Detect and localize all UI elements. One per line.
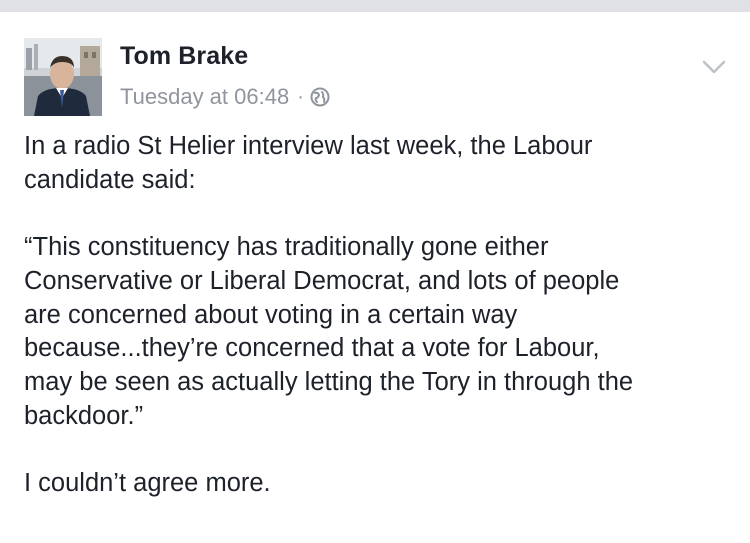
chevron-down-icon[interactable] (701, 58, 727, 76)
post-timestamp[interactable]: Tuesday at 06:48 (120, 84, 289, 110)
post-paragraph: In a radio St Helier interview last week… (24, 132, 593, 194)
globe-icon[interactable] (310, 87, 330, 107)
feed-separator (0, 0, 750, 12)
profile-photo (24, 38, 102, 116)
facebook-post: Tom Brake Tuesday at 06:48 · In a radio … (0, 12, 750, 543)
post-body: In a radio St Helier interview last week… (24, 130, 736, 501)
post-paragraph: “This constituency has traditionally gon… (24, 233, 634, 430)
meta-separator: · (297, 85, 304, 108)
avatar[interactable] (24, 38, 102, 116)
author-name[interactable]: Tom Brake (120, 42, 248, 71)
post-meta: Tuesday at 06:48 · (120, 84, 330, 110)
post-paragraph: I couldn’t agree more. (24, 469, 271, 497)
